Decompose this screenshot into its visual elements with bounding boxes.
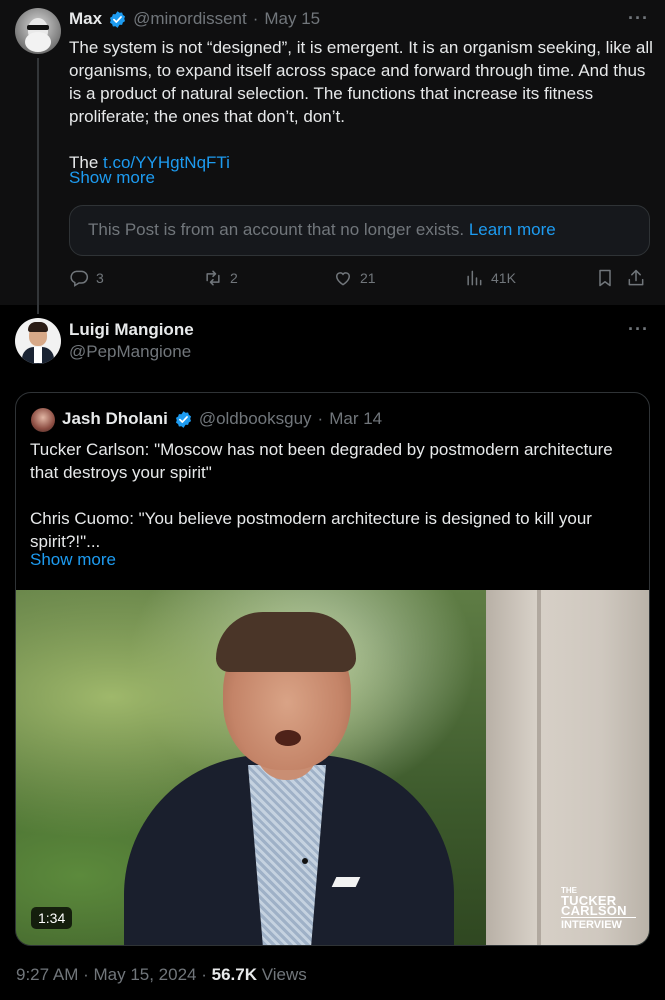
quote-line-2: Chris Cuomo: "You believe postmodern arc… [30,509,592,551]
video-background-wall-seam [537,590,541,945]
author-handle[interactable]: @minordissent [133,9,247,29]
video-player[interactable]: 1:34 THE TUCKER CARLSON INTERVIEW [16,590,649,945]
quote-header: Jash Dholani @oldbooksguy · Mar 14 [62,409,382,429]
max-avatar[interactable] [15,8,61,54]
dot-separator: · [252,9,259,28]
main-tweet-author-name-row: Luigi Mangione [69,320,194,340]
post-timestamp[interactable]: 9:27 AM · May 15, 2024 · [16,965,212,984]
more-options-icon[interactable]: ··· [628,8,649,29]
views-button[interactable]: 41K [464,268,516,288]
lapel-mic [302,858,308,864]
post-metadata: 9:27 AM · May 15, 2024 · 56.7K Views [16,965,307,985]
like-count: 21 [360,270,376,286]
action-bar: 3 2 21 41K [69,268,654,294]
main-more-options-icon[interactable]: ··· [628,319,649,340]
post-views-count: 56.7K [211,965,257,984]
main-author-handle[interactable]: @PepMangione [69,342,191,362]
share-icon [628,269,644,286]
parent-tweet[interactable]: Max @minordissent · May 15 ··· The syste… [0,0,665,314]
repost-count: 2 [230,270,238,286]
luigi-avatar[interactable] [15,318,61,364]
quote-show-more-link[interactable]: Show more [30,550,116,570]
like-button[interactable]: 21 [333,268,376,288]
post-date[interactable]: May 15 [264,9,320,29]
quote-body: Tucker Carlson: "Moscow has not been deg… [30,438,635,553]
quote-author-name[interactable]: Jash Dholani [62,409,168,429]
thread-connector-line [37,58,39,314]
like-icon [335,272,351,286]
post-views-label: Views [256,965,307,984]
bookmark-button[interactable] [595,268,615,288]
quote-separator: · [317,409,324,428]
quote-date[interactable]: Mar 14 [329,409,382,429]
quoted-tweet-card[interactable]: Jash Dholani @oldbooksguy · Mar 14 Tucke… [15,392,650,946]
quote-author-handle[interactable]: @oldbooksguy [199,409,312,429]
reply-button[interactable]: 3 [69,268,104,288]
reply-icon [70,270,89,287]
logo-line-3: CARLSON [561,903,627,918]
share-button[interactable] [626,268,646,288]
tucker-carlson-interview-logo: THE TUCKER CARLSON INTERVIEW [561,886,636,931]
quote-line-1: Tucker Carlson: "Moscow has not been deg… [30,440,613,482]
tweet-body: The system is not “designed”, it is emer… [69,36,654,174]
tweet-body-text: The system is not “designed”, it is emer… [69,38,653,126]
main-tweet-handle-row: @PepMangione [69,342,191,362]
logo-line-4: INTERVIEW [561,917,636,931]
views-icon [467,270,482,286]
main-author-name[interactable]: Luigi Mangione [69,320,194,340]
repost-icon [206,270,220,286]
views-count: 41K [491,270,516,286]
pocket-square [331,877,361,887]
verified-icon [175,410,191,428]
unavailable-quote-notice: This Post is from an account that no lon… [69,205,650,256]
tweet-body-link-line: The t.co/YYHgtNqFTi [69,151,654,174]
author-name[interactable]: Max [69,9,102,29]
learn-more-link[interactable]: Learn more [469,220,556,239]
bookmark-icon [599,269,611,287]
verified-icon [110,10,126,28]
tweet-header: Max @minordissent · May 15 [69,9,320,29]
video-duration-badge: 1:34 [31,907,73,929]
notice-text: This Post is from an account that no lon… [88,220,465,239]
show-more-link[interactable]: Show more [69,168,155,188]
jash-avatar[interactable] [31,408,55,432]
speaker-hair [216,612,356,672]
speaker-mouth [275,730,301,746]
repost-button[interactable]: 2 [203,268,238,288]
reply-count: 3 [96,270,104,286]
